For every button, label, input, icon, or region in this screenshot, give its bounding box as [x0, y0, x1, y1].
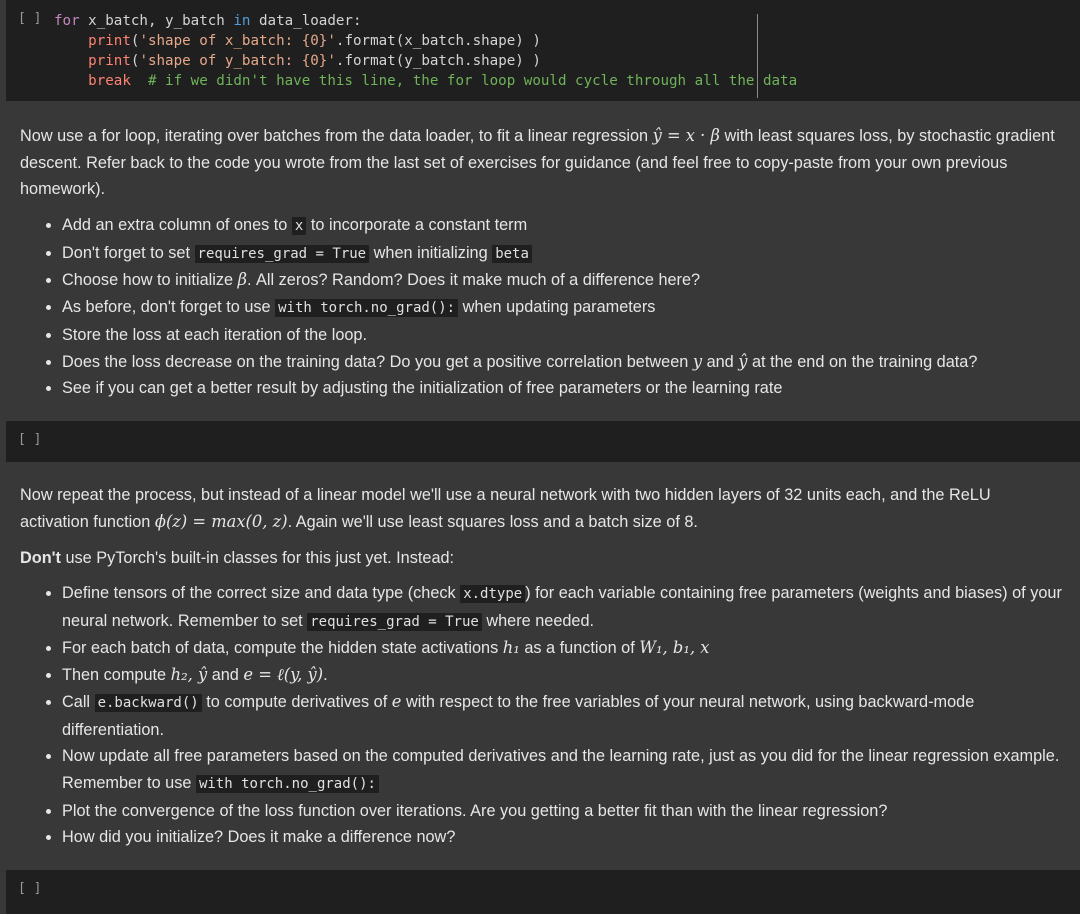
run-cell-button[interactable]: [ ]	[18, 881, 41, 896]
list-item: Add an extra column of ones to x to inco…	[62, 212, 977, 240]
markdown-cell-1[interactable]: Now use a for loop, iterating over batch…	[6, 101, 1080, 421]
list-item: Don't forget to set requires_grad = True…	[62, 240, 977, 268]
paragraph-1: Now use a for loop, iterating over batch…	[20, 126, 1055, 199]
code-cell-3[interactable]: [ ]	[6, 870, 1080, 914]
list-item: Call e.backward() to compute derivatives…	[62, 689, 1080, 743]
run-cell-button[interactable]: [ ]	[18, 432, 41, 447]
code-line-1: for x_batch, y_batch in data_loader:	[54, 13, 362, 29]
bullet-list-1: Add an extra column of ones to x to inco…	[20, 212, 977, 402]
markdown-cell-2[interactable]: Now repeat the process, but instead of a…	[6, 462, 1080, 870]
paragraph-2: Now repeat the process, but instead of a…	[20, 486, 991, 531]
paragraph-3: Don't use PyTorch's built-in classes for…	[20, 549, 455, 567]
code-line-3: print('shape of y_batch: {0}'.format(y_b…	[88, 53, 541, 69]
list-item: See if you can get a better result by ad…	[62, 375, 977, 402]
code-line-4: break # if we didn't have this line, the…	[88, 73, 798, 89]
list-item: Store the loss at each iteration of the …	[62, 322, 977, 349]
list-item: How did you initialize? Does it make a d…	[62, 824, 1080, 851]
code-cell-2[interactable]: [ ]	[6, 421, 1080, 462]
bullet-list-2: Define tensors of the correct size and d…	[20, 580, 1080, 851]
list-item: Then compute h₂, ŷ and e = ℓ(y, ŷ).	[62, 662, 1080, 689]
list-item: Does the loss decrease on the training d…	[62, 349, 977, 376]
text-cursor	[757, 14, 758, 98]
list-item: Define tensors of the correct size and d…	[62, 580, 1080, 635]
list-item: Plot the convergence of the loss functio…	[62, 798, 1080, 825]
list-item: For each batch of data, compute the hidd…	[62, 635, 1080, 662]
run-cell-button[interactable]: [ ]	[18, 11, 41, 26]
code-editor[interactable]: for x_batch, y_batch in data_loader: pri…	[54, 11, 797, 91]
list-item: Now update all free parameters based on …	[62, 743, 1080, 797]
code-cell-1[interactable]: [ ] for x_batch, y_batch in data_loader:…	[6, 0, 1080, 101]
list-item: Choose how to initialize β. All zeros? R…	[62, 267, 977, 294]
list-item: As before, don't forget to use with torc…	[62, 294, 977, 322]
code-line-2: print('shape of x_batch: {0}'.format(x_b…	[88, 33, 541, 49]
